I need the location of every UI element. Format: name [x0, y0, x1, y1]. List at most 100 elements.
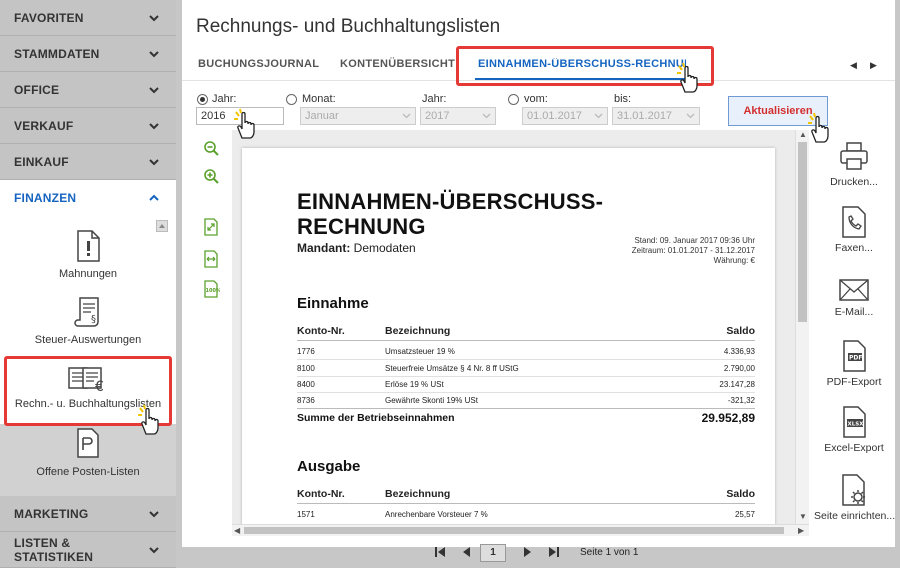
- tab-kontenuebersicht[interactable]: KONTENÜBERSICHT: [340, 58, 455, 70]
- sub-item-steuer-auswertungen[interactable]: § Steuer-Auswertungen: [0, 296, 176, 346]
- page-title: Rechnungs- und Buchhaltungslisten: [196, 16, 501, 37]
- sub-item-label: Steuer-Auswertungen: [34, 334, 142, 346]
- xlsx-file-icon: XLSX: [843, 406, 866, 438]
- zoom-out-icon[interactable]: [202, 140, 220, 158]
- scrollbar-thumb[interactable]: [244, 527, 784, 534]
- hand-cursor-icon: [808, 112, 829, 143]
- open-items-document-icon: [77, 428, 99, 458]
- nav-finanzen[interactable]: FINANZEN: [0, 180, 176, 216]
- hand-cursor-icon: [677, 62, 698, 93]
- section-title-einnahme: Einnahme: [297, 295, 369, 312]
- row-konto: 8736: [297, 396, 315, 405]
- monat-jahr-select[interactable]: 2017: [420, 107, 496, 125]
- row-saldo: -321,32: [727, 396, 755, 405]
- monat-jahr-value: 2017: [425, 110, 450, 122]
- hand-cursor-icon: [138, 404, 159, 435]
- nav-marketing[interactable]: MARKETING: [0, 496, 176, 532]
- last-page-icon[interactable]: [548, 546, 560, 558]
- scroll-left-icon[interactable]: ◀: [234, 526, 240, 535]
- nav-label: STAMMDATEN: [14, 46, 100, 61]
- sidebar: FAVORITEN STAMMDATEN OFFICE VERKAUF EINK…: [0, 0, 176, 568]
- previous-page-icon[interactable]: [460, 546, 472, 558]
- scroll-right-icon[interactable]: ▶: [798, 526, 804, 535]
- action-label: Drucken...: [830, 176, 878, 188]
- preview-vertical-scrollbar[interactable]: ▲ ▼: [795, 130, 809, 524]
- preview-horizontal-scrollbar[interactable]: ◀ ▶: [232, 524, 809, 536]
- report-title-line1: EINNAHMEN-ÜBERSCHUSS-: [297, 189, 604, 214]
- nav-label: FINANZEN: [14, 191, 77, 205]
- zeitraum-radio[interactable]: [508, 94, 519, 105]
- row-saldo: 2.790,00: [723, 364, 755, 373]
- scrollbar-thumb[interactable]: [798, 142, 807, 322]
- chevron-down-icon: [686, 113, 695, 119]
- nav-stammdaten[interactable]: STAMMDATEN: [0, 36, 176, 72]
- zoom-100-icon[interactable]: 100%: [202, 280, 220, 298]
- fax-icon: [842, 206, 866, 238]
- row-bezeichnung: Umsatzsteuer 19 %: [385, 347, 455, 356]
- col-header-saldo: Saldo: [726, 325, 755, 337]
- report-preview[interactable]: EINNAHMEN-ÜBERSCHUSS- RECHNUNG Mandant: …: [232, 130, 795, 524]
- row-bezeichnung: Anrechenbare Vorsteuer 7 %: [385, 510, 488, 519]
- tab-scroll-right-icon[interactable]: ▶: [870, 60, 877, 71]
- fit-width-icon[interactable]: [202, 250, 220, 268]
- vom-date-input[interactable]: 01.01.2017: [522, 107, 608, 125]
- tab-scroll-left-icon[interactable]: ◀: [850, 60, 857, 71]
- mandant-label: Mandant:: [297, 241, 351, 255]
- monat-value: Januar: [305, 110, 339, 122]
- row-divider: [297, 359, 755, 360]
- chevron-up-icon: [148, 192, 160, 204]
- report-zeitraum: Zeitraum: 01.01.2017 - 31.12.2017: [631, 246, 755, 255]
- chevron-down-icon: [482, 113, 491, 119]
- row-divider: [297, 392, 755, 393]
- sub-item-mahnungen[interactable]: Mahnungen: [0, 230, 176, 280]
- table-divider: [297, 340, 755, 341]
- hand-cursor-icon: [234, 108, 255, 139]
- next-page-icon[interactable]: [522, 546, 534, 558]
- page-number-input[interactable]: 1: [480, 544, 506, 562]
- chevron-down-icon: [402, 113, 411, 119]
- fax-button[interactable]: Faxen...: [814, 206, 894, 254]
- svg-text:100%: 100%: [206, 288, 221, 294]
- page-setup-button[interactable]: Seite einrichten...: [814, 474, 895, 522]
- row-bezeichnung: Erlöse 19 % USt: [385, 380, 444, 389]
- first-page-icon[interactable]: [434, 546, 446, 558]
- chevron-down-icon: [148, 508, 160, 520]
- chevron-down-icon: [594, 113, 603, 119]
- fit-page-icon[interactable]: [202, 218, 220, 236]
- nav-verkauf[interactable]: VERKAUF: [0, 108, 176, 144]
- zoom-in-icon[interactable]: [202, 168, 220, 186]
- action-label: E-Mail...: [834, 306, 874, 318]
- sum-label: Summe der Betriebseinnahmen: [297, 412, 455, 424]
- monat-select[interactable]: Januar: [300, 107, 416, 125]
- report-waehrung: Währung: €: [713, 256, 755, 265]
- nav-listen-statistiken[interactable]: LISTEN & STATISTIKEN: [0, 532, 176, 568]
- row-bezeichnung: Gewährte Skonti 19% USt: [385, 396, 478, 405]
- action-label: Excel-Export: [824, 442, 884, 454]
- table-divider: [297, 408, 755, 409]
- print-button[interactable]: Drucken...: [814, 140, 894, 188]
- mandant-value: Demodaten: [353, 241, 416, 255]
- nav-office[interactable]: OFFICE: [0, 72, 176, 108]
- chevron-down-icon: [148, 156, 160, 168]
- page-info: Seite 1 von 1: [580, 547, 639, 558]
- monat-radio[interactable]: [286, 94, 297, 105]
- printer-icon: [840, 142, 868, 170]
- report-stand: Stand: 09. Januar 2017 09:36 Uhr: [634, 236, 755, 245]
- chevron-down-icon: [148, 84, 160, 96]
- action-label: Faxen...: [835, 242, 873, 254]
- pdf-export-button[interactable]: PDF PDF-Export: [814, 340, 894, 388]
- nav-einkauf[interactable]: EINKAUF: [0, 144, 176, 180]
- col-header-bezeichnung: Bezeichnung: [385, 325, 451, 337]
- tab-buchungsjournal[interactable]: BUCHUNGSJOURNAL: [198, 58, 319, 70]
- row-konto: 8100: [297, 364, 315, 373]
- nav-favoriten[interactable]: FAVORITEN: [0, 0, 176, 36]
- sub-item-label: Mahnungen: [58, 268, 118, 280]
- chevron-down-icon: [148, 544, 160, 556]
- jahr-radio[interactable]: [197, 94, 208, 105]
- row-konto: 1571: [297, 510, 315, 519]
- bis-date-input[interactable]: 31.01.2017: [612, 107, 700, 125]
- scroll-down-icon[interactable]: ▼: [799, 512, 807, 521]
- email-button[interactable]: E-Mail...: [814, 278, 894, 318]
- email-icon: [839, 279, 869, 301]
- excel-export-button[interactable]: XLSX Excel-Export: [814, 406, 894, 454]
